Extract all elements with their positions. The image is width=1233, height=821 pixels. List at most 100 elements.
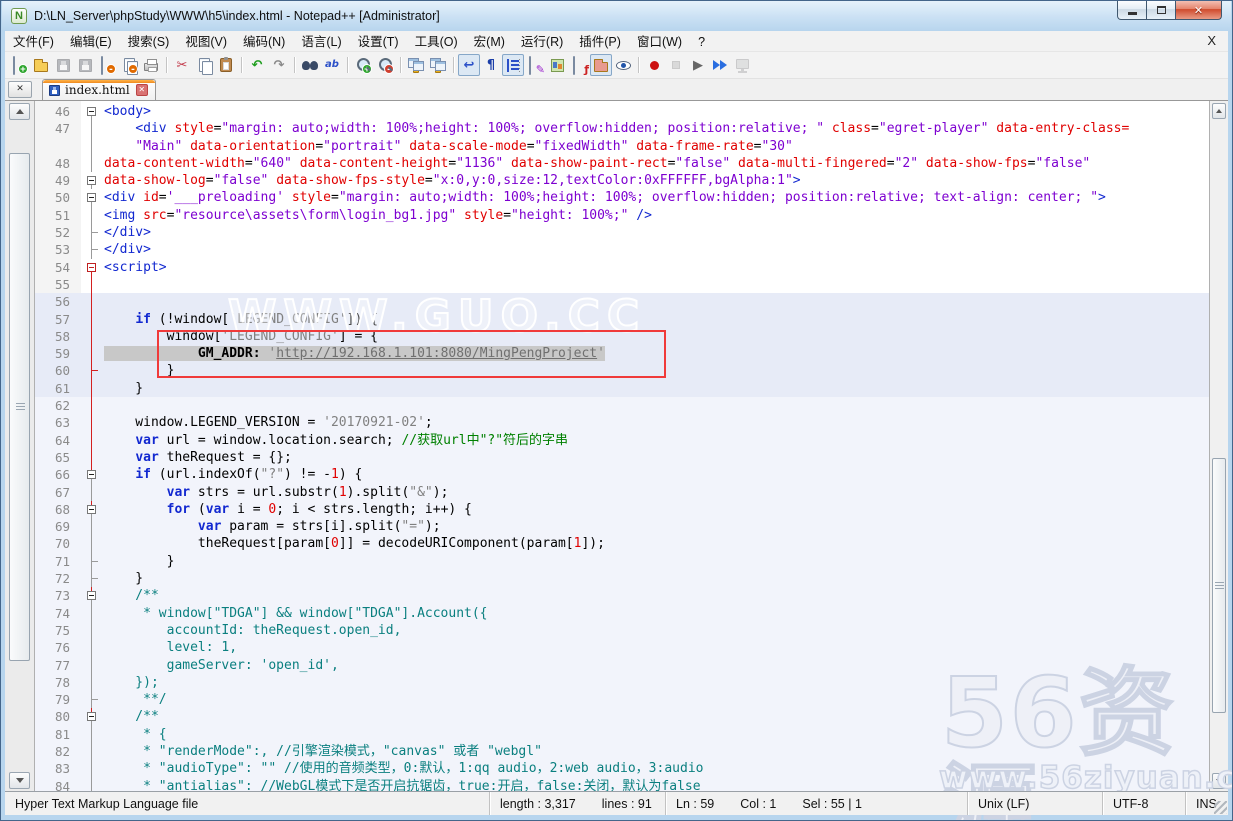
line-number[interactable]: 78: [35, 674, 81, 691]
menu-item[interactable]: 文件(F): [5, 32, 62, 52]
macro-record-icon[interactable]: [643, 54, 665, 76]
line-number[interactable]: 62: [35, 397, 81, 414]
line-number[interactable]: 63: [35, 414, 81, 431]
menu-item[interactable]: ?: [690, 32, 713, 52]
maximize-button[interactable]: [1147, 1, 1176, 20]
zoom-out-icon[interactable]: -: [374, 54, 396, 76]
tab-close-icon[interactable]: ✕: [136, 84, 148, 96]
line-number[interactable]: 57: [35, 311, 81, 328]
open-file-icon[interactable]: [30, 54, 52, 76]
line-number[interactable]: 60: [35, 362, 81, 379]
line-number[interactable]: 72: [35, 570, 81, 587]
line-number[interactable]: 76: [35, 639, 81, 656]
menu-item[interactable]: 插件(P): [571, 32, 629, 52]
zoom-in-icon[interactable]: +: [352, 54, 374, 76]
panel-close-button[interactable]: ✕: [8, 81, 32, 98]
word-wrap-icon[interactable]: ↩: [458, 54, 480, 76]
show-indent-guide-icon[interactable]: [502, 54, 524, 76]
line-number[interactable]: 47: [35, 120, 81, 137]
scroll-up-button[interactable]: [1212, 103, 1226, 119]
close-document-x-button[interactable]: X: [1207, 33, 1216, 48]
fold-toggle[interactable]: [81, 259, 103, 276]
redo-icon[interactable]: ↷: [268, 54, 290, 76]
fold-toggle[interactable]: [81, 587, 103, 604]
line-number[interactable]: 69: [35, 518, 81, 535]
line-number[interactable]: 73: [35, 587, 81, 604]
line-number[interactable]: 61: [35, 380, 81, 397]
user-defined-language-icon[interactable]: ✎: [524, 54, 546, 76]
cut-icon[interactable]: ✂: [171, 54, 193, 76]
replace-icon[interactable]: ab: [321, 54, 343, 76]
undo-icon[interactable]: ↶: [246, 54, 268, 76]
menu-item[interactable]: 窗口(W): [629, 32, 690, 52]
show-all-characters-icon[interactable]: ¶: [480, 54, 502, 76]
line-number[interactable]: 54: [35, 259, 81, 276]
status-encoding[interactable]: UTF-8: [1102, 792, 1185, 815]
line-number[interactable]: 64: [35, 432, 81, 449]
resize-grip[interactable]: [1214, 801, 1227, 814]
line-number[interactable]: 56: [35, 293, 81, 310]
paste-icon[interactable]: [215, 54, 237, 76]
print-icon[interactable]: [140, 54, 162, 76]
menu-item[interactable]: 运行(R): [513, 32, 571, 52]
fold-toggle[interactable]: [81, 708, 103, 725]
scrollbar-thumb[interactable]: [9, 153, 30, 661]
line-number[interactable]: 74: [35, 605, 81, 622]
status-eol-format[interactable]: Unix (LF): [967, 792, 1102, 815]
scroll-down-button[interactable]: [9, 772, 30, 789]
title-bar[interactable]: D:\LN_Server\phpStudy\WWW\h5\index.html …: [2, 1, 1231, 30]
function-list-icon[interactable]: ƒ: [568, 54, 590, 76]
fold-toggle[interactable]: [81, 501, 103, 518]
line-number[interactable]: 66: [35, 466, 81, 483]
macro-run-multiple-icon[interactable]: [709, 54, 731, 76]
line-number[interactable]: 65: [35, 449, 81, 466]
menu-item[interactable]: 工具(O): [407, 32, 466, 52]
new-file-icon[interactable]: +: [8, 54, 30, 76]
line-number[interactable]: 53: [35, 241, 81, 258]
menu-item[interactable]: 宏(M): [466, 32, 513, 52]
line-number[interactable]: 48: [35, 155, 81, 172]
menu-item[interactable]: 设置(T): [350, 32, 407, 52]
line-number[interactable]: 50: [35, 189, 81, 206]
line-number[interactable]: 82: [35, 743, 81, 760]
line-number[interactable]: 68: [35, 501, 81, 518]
line-number[interactable]: 77: [35, 657, 81, 674]
code-editor[interactable]: 46<body>47 <div style="margin: auto;widt…: [35, 101, 1209, 791]
line-number[interactable]: 80: [35, 708, 81, 725]
folder-as-workspace-icon[interactable]: [590, 54, 612, 76]
menu-item[interactable]: 编辑(E): [62, 32, 120, 52]
editor-vertical-scrollbar[interactable]: [1209, 101, 1228, 791]
sync-vertical-scroll-icon[interactable]: [405, 54, 427, 76]
close-file-icon[interactable]: -: [96, 54, 118, 76]
document-map-icon[interactable]: [546, 54, 568, 76]
fold-toggle[interactable]: [81, 466, 103, 483]
line-number[interactable]: 71: [35, 553, 81, 570]
line-number[interactable]: 51: [35, 207, 81, 224]
line-number[interactable]: 84: [35, 778, 81, 791]
minimize-button[interactable]: [1117, 1, 1147, 20]
line-number[interactable]: 70: [35, 535, 81, 552]
menu-item[interactable]: 视图(V): [177, 32, 235, 52]
copy-icon[interactable]: [193, 54, 215, 76]
sync-horizontal-scroll-icon[interactable]: [427, 54, 449, 76]
scrollbar-thumb[interactable]: [1212, 458, 1226, 713]
line-number[interactable]: 59: [35, 345, 81, 362]
scroll-up-button[interactable]: [9, 103, 30, 120]
line-number[interactable]: 55: [35, 276, 81, 293]
line-number[interactable]: 52: [35, 224, 81, 241]
tab-index-html[interactable]: index.html ✕: [42, 79, 156, 100]
line-number[interactable]: 46: [35, 103, 81, 120]
fold-toggle[interactable]: [81, 189, 103, 206]
find-icon[interactable]: [299, 54, 321, 76]
line-number[interactable]: 67: [35, 484, 81, 501]
line-number[interactable]: 75: [35, 622, 81, 639]
line-number[interactable]: 81: [35, 726, 81, 743]
menu-item[interactable]: 语言(L): [293, 32, 349, 52]
fold-toggle[interactable]: [81, 103, 103, 120]
line-number[interactable]: [35, 138, 81, 155]
fold-toggle[interactable]: [81, 172, 103, 189]
close-button[interactable]: ✕: [1176, 1, 1222, 20]
monitoring-eye-icon[interactable]: [612, 54, 634, 76]
menu-item[interactable]: 编码(N): [235, 32, 293, 52]
close-all-icon[interactable]: -: [118, 54, 140, 76]
